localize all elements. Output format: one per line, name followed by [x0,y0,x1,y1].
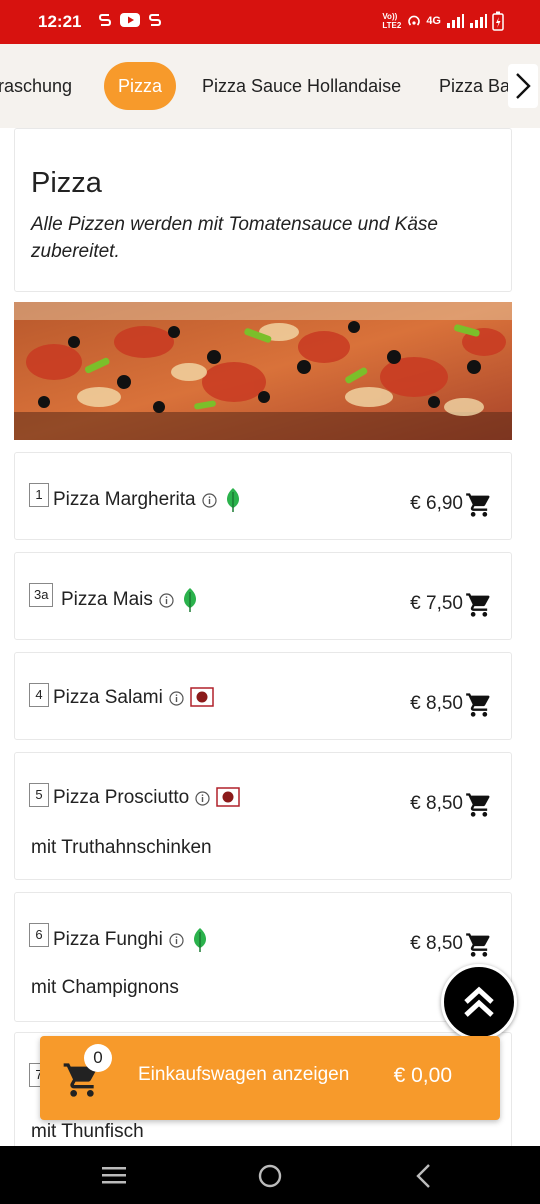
volte-label: Vo)) LTE2 [382,12,402,30]
cart-count-badge: 0 [84,1044,112,1072]
item-name-row: Pizza Mais [61,587,200,613]
scroll-to-top-button[interactable] [441,964,517,1040]
cart-total: € 0,00 [393,1064,452,1087]
item-name: Pizza Mais [61,589,153,610]
section-title: Pizza [31,167,102,199]
item-name-row: Pizza Salami [53,687,214,709]
signal-icon [447,14,464,28]
item-name: Pizza Prosciutto [53,787,190,808]
add-to-cart-icon[interactable] [465,931,493,959]
add-to-cart-icon[interactable] [465,791,493,819]
item-number: 6 [29,923,49,947]
signal-icon [470,14,487,28]
item-name-row: Pizza Margherita [53,487,243,513]
add-to-cart-icon[interactable] [465,691,493,719]
view-cart-button[interactable]: 0 Einkaufswagen anzeigen € 0,00 [40,1036,500,1120]
vegetarian-leaf-icon [183,588,196,612]
tab-pizza-sauce-hollandaise[interactable]: Pizza Sauce Hollandaise [202,62,401,110]
info-icon[interactable] [201,492,217,508]
chevron-right-icon [516,73,531,99]
vegetarian-leaf-icon [193,928,206,952]
item-name: Pizza Funghi [53,929,163,950]
system-nav-bar [0,1146,540,1204]
notification-icons [98,12,162,28]
item-description: mit Truthahnschinken [31,837,212,858]
pizza-banner-image [14,302,512,440]
item-price: € 6,90 [410,493,463,514]
s-app-icon [98,14,112,26]
add-to-cart-icon[interactable] [465,591,493,619]
section-description: Alle Pizzen werden mit Tomatensauce und … [31,214,438,262]
menu-item-card[interactable]: 5 Pizza Prosciutto € 8,50 mit Truthahnsc… [14,752,512,880]
menu-item-card[interactable]: 6 Pizza Funghi € 8,50 mit Champignons [14,892,512,1022]
item-description: mit Champignons [31,977,179,998]
info-icon[interactable] [159,592,174,608]
item-price: € 7,50 [410,593,463,614]
system-icons: Vo)) LTE2 4G [382,11,504,31]
info-icon[interactable] [169,932,184,948]
category-next-button[interactable] [508,64,538,108]
tab-pizza[interactable]: Pizza [104,62,177,110]
tab-pizza-ba[interactable]: Pizza Ba [439,62,510,110]
info-icon[interactable] [195,790,210,806]
cart-label: Einkaufswagen anzeigen [138,1064,350,1085]
status-bar: 12:21 Vo)) LTE2 4G [0,0,540,44]
recent-apps-icon[interactable] [101,1165,127,1185]
hotspot-icon [408,15,421,26]
battery-charging-icon [492,11,504,31]
item-number: 1 [29,483,49,507]
item-name: Pizza Margherita [53,489,196,510]
meat-icon [190,687,214,707]
menu-item-card[interactable]: 4 Pizza Salami € 8,50 [14,652,512,740]
double-chevron-up-icon [464,986,494,1017]
back-icon[interactable] [414,1163,432,1189]
tab-ueberraschung[interactable]: rraschung [0,62,72,110]
section-header-card: Pizza Alle Pizzen werden mit Tomatensauc… [14,128,512,292]
item-price: € 8,50 [410,933,463,954]
item-price: € 8,50 [410,793,463,814]
item-name-row: Pizza Prosciutto [53,787,240,809]
category-tab-bar: rraschung Pizza Pizza Sauce Hollandaise … [0,44,540,128]
meat-icon [216,787,240,807]
item-number: 4 [29,683,49,707]
item-number: 3a [29,583,54,607]
item-number: 5 [29,783,49,807]
vegetarian-leaf-icon [226,488,239,512]
item-description: mit Thunfisch [31,1121,144,1142]
home-icon[interactable] [257,1163,283,1189]
menu-item-card[interactable]: 1 Pizza Margherita € 6,90 [14,452,512,540]
menu-item-card[interactable]: 3a Pizza Mais € 7,50 [14,552,512,640]
item-price: € 8,50 [410,693,463,714]
network-type: 4G [426,15,441,27]
item-name-row: Pizza Funghi [53,927,210,953]
add-to-cart-icon[interactable] [465,491,493,519]
item-name: Pizza Salami [53,687,163,708]
info-icon[interactable] [169,690,184,706]
youtube-icon [120,13,140,27]
status-time: 12:21 [38,12,82,31]
s-app-icon [148,14,162,26]
